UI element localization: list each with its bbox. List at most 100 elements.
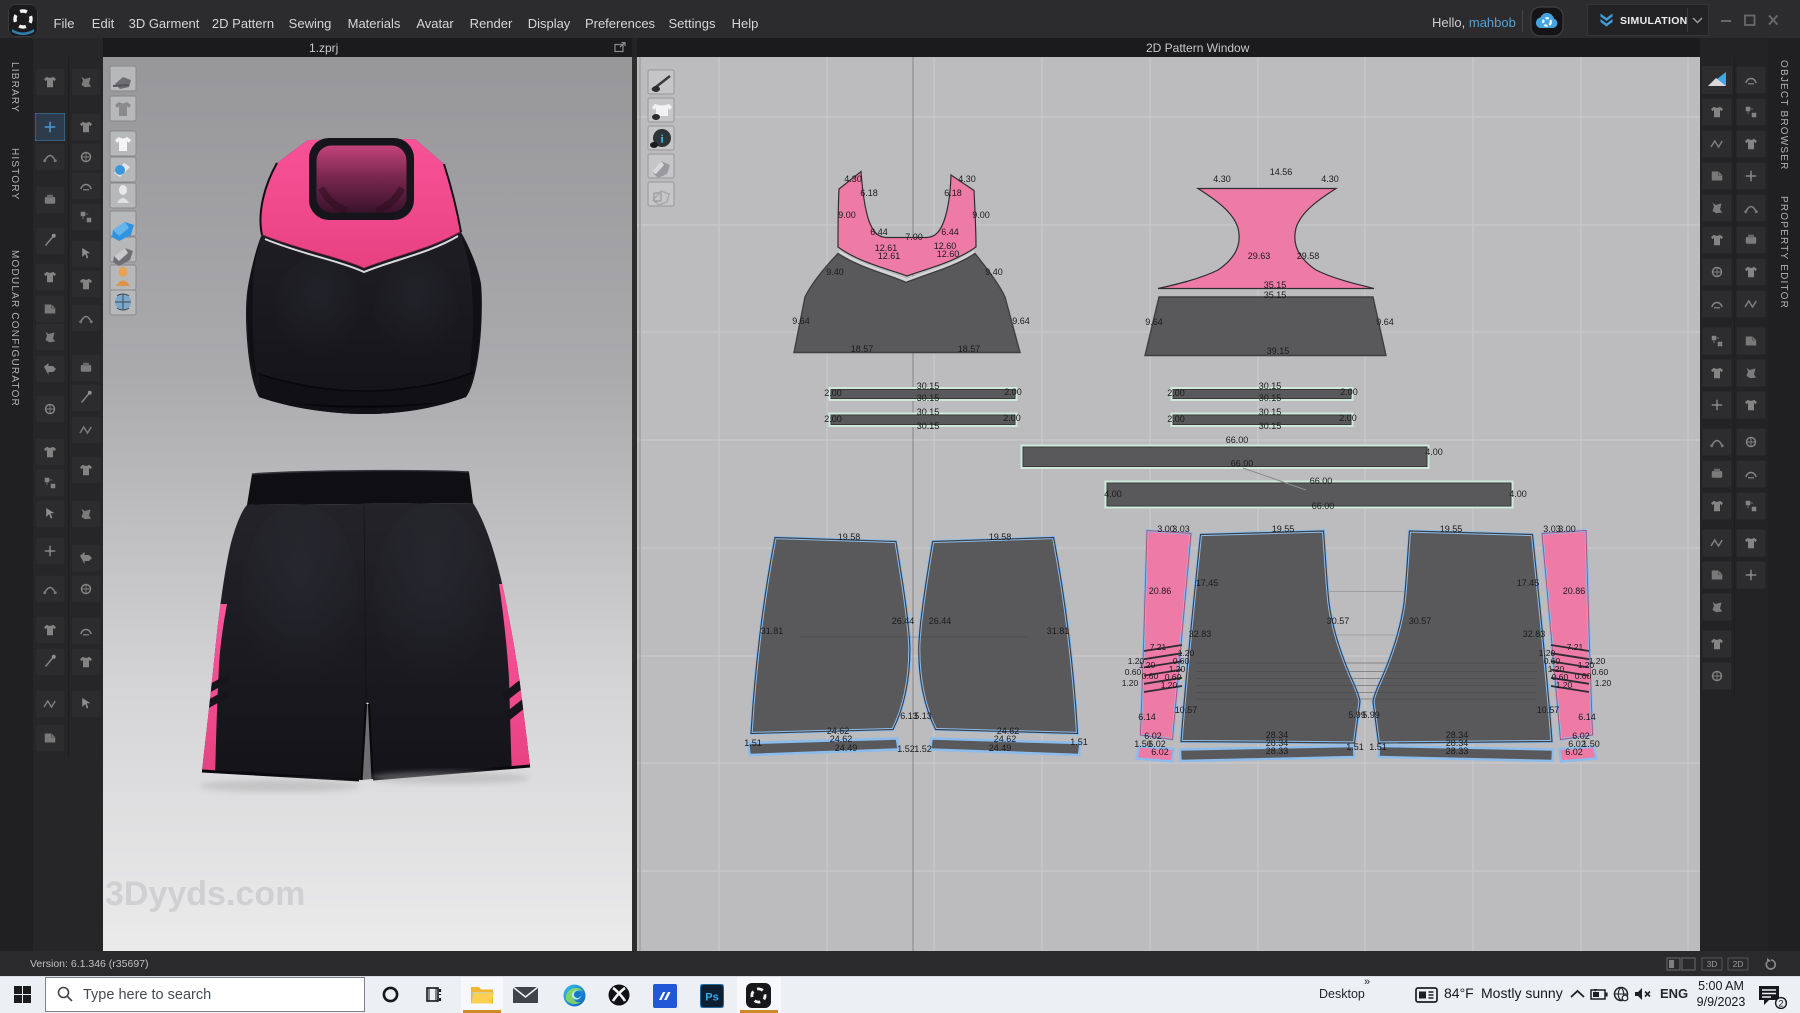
- svg-text:29.63: 29.63: [1248, 251, 1271, 261]
- svg-text:30.57: 30.57: [1327, 616, 1350, 626]
- svg-text:6.18: 6.18: [944, 188, 962, 198]
- svg-text:66.00: 66.00: [1310, 476, 1333, 486]
- svg-text:2.00: 2.00: [824, 414, 842, 424]
- svg-text:19.58: 19.58: [838, 532, 861, 542]
- svg-text:2.00: 2.00: [1167, 414, 1185, 424]
- svg-text:3.00: 3.00: [1558, 524, 1576, 534]
- svg-text:1.20: 1.20: [1122, 678, 1139, 688]
- svg-text:9.00: 9.00: [838, 210, 856, 220]
- svg-text:6.02: 6.02: [1565, 747, 1583, 757]
- svg-text:2.00: 2.00: [1339, 413, 1357, 423]
- svg-text:66.00: 66.00: [1231, 459, 1254, 469]
- svg-text:6.14: 6.14: [1578, 712, 1596, 722]
- svg-text:1.20: 1.20: [1589, 656, 1606, 666]
- svg-text:1.51: 1.51: [744, 738, 762, 748]
- svg-text:18.57: 18.57: [958, 344, 981, 354]
- svg-text:2: 2: [1778, 999, 1783, 1009]
- svg-text:4.30: 4.30: [958, 174, 976, 184]
- svg-text:0.60: 0.60: [1592, 667, 1609, 677]
- svg-text:30.15: 30.15: [917, 421, 940, 431]
- svg-text:14.56: 14.56: [1270, 167, 1293, 177]
- svg-text:9.64: 9.64: [792, 316, 810, 326]
- svg-text:19.55: 19.55: [1272, 524, 1295, 534]
- svg-text:29.58: 29.58: [1297, 251, 1320, 261]
- svg-text:30.15: 30.15: [917, 393, 940, 403]
- svg-text:9.64: 9.64: [1012, 316, 1030, 326]
- svg-text:1.51: 1.51: [1346, 742, 1364, 752]
- svg-text:24.49: 24.49: [989, 743, 1012, 753]
- svg-text:10.57: 10.57: [1175, 705, 1198, 715]
- svg-text:1.51: 1.51: [1070, 737, 1088, 747]
- svg-text:6.44: 6.44: [941, 227, 959, 237]
- svg-text:2.00: 2.00: [824, 388, 842, 398]
- svg-text:9.40: 9.40: [826, 267, 844, 277]
- svg-text:12.61: 12.61: [878, 251, 901, 261]
- svg-text:66.00: 66.00: [1226, 435, 1249, 445]
- svg-text:12.60: 12.60: [937, 249, 960, 259]
- svg-text:30.15: 30.15: [1259, 393, 1282, 403]
- svg-text:7.21: 7.21: [1150, 642, 1167, 652]
- svg-text:4.30: 4.30: [1321, 174, 1339, 184]
- svg-text:30.15: 30.15: [917, 407, 940, 417]
- svg-text:2D: 2D: [1733, 959, 1744, 969]
- svg-text:26.44: 26.44: [929, 616, 952, 626]
- svg-text:7.21: 7.21: [1567, 642, 1584, 652]
- svg-text:17.45: 17.45: [1517, 578, 1540, 588]
- svg-text:6.18: 6.18: [860, 188, 878, 198]
- svg-text:1.52: 1.52: [897, 744, 915, 754]
- svg-text:30.15: 30.15: [917, 381, 940, 391]
- svg-text:30.15: 30.15: [1259, 381, 1282, 391]
- svg-text:4.00: 4.00: [1509, 489, 1527, 499]
- svg-text:9.64: 9.64: [1145, 317, 1163, 327]
- svg-text:31.81: 31.81: [1047, 626, 1070, 636]
- svg-text:3.03: 3.03: [1172, 524, 1190, 534]
- svg-text:1.20: 1.20: [1161, 680, 1178, 690]
- svg-text:24.49: 24.49: [835, 743, 858, 753]
- svg-text:4.00: 4.00: [1104, 489, 1122, 499]
- svg-text:6.44: 6.44: [870, 227, 888, 237]
- svg-text:32.83: 32.83: [1189, 629, 1212, 639]
- svg-text:2.00: 2.00: [1167, 388, 1185, 398]
- svg-text:1.20: 1.20: [1128, 656, 1145, 666]
- svg-text:39.15: 39.15: [1267, 346, 1290, 356]
- svg-text:35.15: 35.15: [1264, 280, 1287, 290]
- svg-text:19.58: 19.58: [989, 532, 1012, 542]
- svg-text:9.40: 9.40: [985, 267, 1003, 277]
- svg-text:1.52: 1.52: [914, 744, 932, 754]
- svg-text:5.13: 5.13: [914, 711, 932, 721]
- svg-text:66.00: 66.00: [1312, 501, 1335, 511]
- svg-text:1.20: 1.20: [1595, 678, 1612, 688]
- svg-text:20.86: 20.86: [1149, 586, 1172, 596]
- svg-text:2.00: 2.00: [1340, 387, 1358, 397]
- svg-text:1.20: 1.20: [1556, 680, 1573, 690]
- svg-text:0.60: 0.60: [1575, 671, 1592, 681]
- svg-text:2.00: 2.00: [1004, 387, 1022, 397]
- svg-text:18.57: 18.57: [851, 344, 874, 354]
- svg-text:20.86: 20.86: [1563, 586, 1586, 596]
- svg-text:7.00: 7.00: [905, 232, 923, 242]
- svg-text:Ps: Ps: [705, 992, 718, 1004]
- svg-text:10.57: 10.57: [1537, 705, 1560, 715]
- svg-text:26.44: 26.44: [892, 616, 915, 626]
- svg-text:5.99: 5.99: [1362, 710, 1380, 720]
- svg-text:31.81: 31.81: [761, 626, 784, 636]
- svg-text:4.30: 4.30: [1213, 174, 1231, 184]
- svg-text:3D: 3D: [1707, 959, 1718, 969]
- svg-text:3Dyyds.com: 3Dyyds.com: [105, 875, 305, 913]
- svg-text:30.57: 30.57: [1409, 616, 1432, 626]
- svg-text:19.55: 19.55: [1440, 524, 1463, 534]
- svg-text:0.60: 0.60: [1125, 667, 1142, 677]
- svg-text:28.33: 28.33: [1266, 746, 1289, 756]
- svg-text:30.15: 30.15: [1259, 407, 1282, 417]
- svg-text:6.02: 6.02: [1151, 747, 1169, 757]
- svg-text:6.14: 6.14: [1138, 712, 1156, 722]
- svg-text:35.15: 35.15: [1264, 290, 1287, 300]
- svg-text:0.60: 0.60: [1142, 671, 1159, 681]
- svg-text:32.83: 32.83: [1523, 629, 1546, 639]
- svg-text:4.00: 4.00: [1425, 447, 1443, 457]
- svg-text:1.51: 1.51: [1369, 742, 1387, 752]
- svg-text:9.00: 9.00: [972, 210, 990, 220]
- svg-text:9.64: 9.64: [1376, 317, 1394, 327]
- svg-text:4.30: 4.30: [844, 174, 862, 184]
- svg-text:17.45: 17.45: [1196, 578, 1219, 588]
